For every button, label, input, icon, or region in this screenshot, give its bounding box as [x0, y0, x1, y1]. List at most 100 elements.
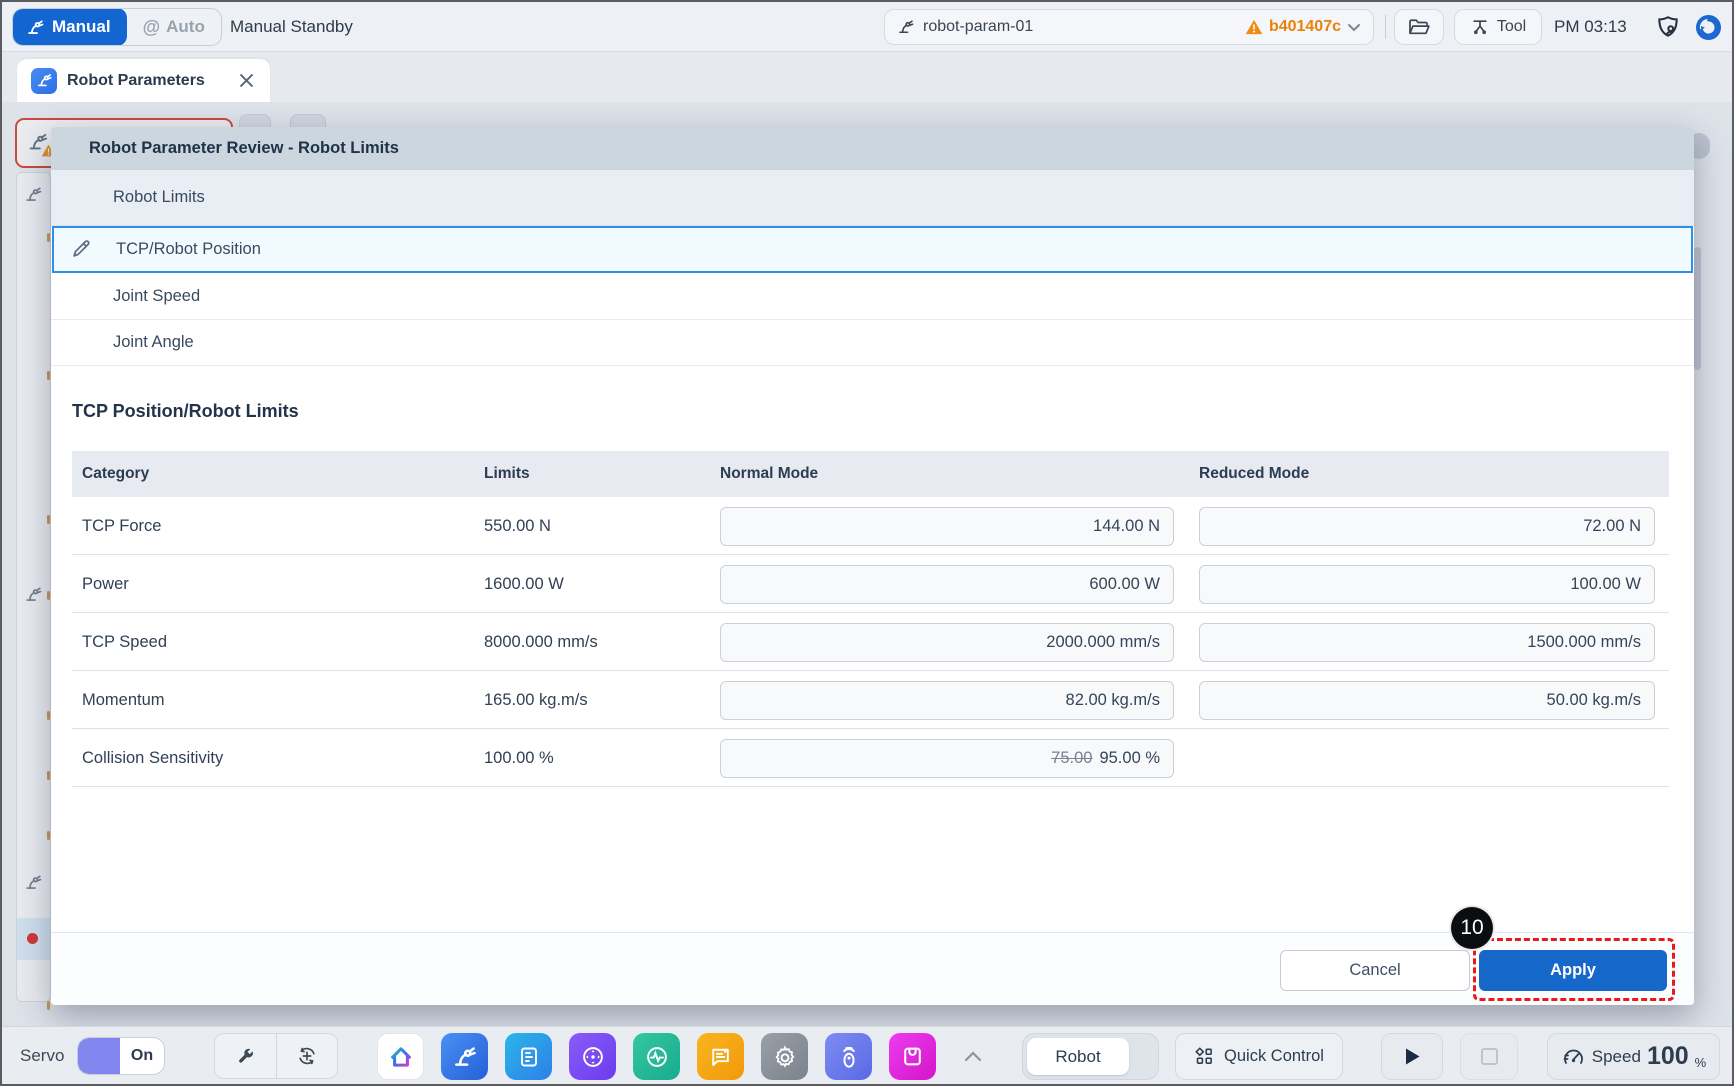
dialog-title: Robot Parameter Review - Robot Limits — [89, 139, 399, 158]
section-title: TCP Position/Robot Limits — [72, 401, 299, 422]
chevron-down-icon — [1347, 23, 1361, 32]
nav-item-tcp-robot-position[interactable]: TCP/Robot Position — [52, 226, 1693, 273]
setup-button[interactable] — [215, 1034, 276, 1078]
col-limits: Limits — [484, 451, 530, 497]
row-category: TCP Force — [82, 497, 161, 555]
table-header-row: Category Limits Normal Mode Reduced Mode — [72, 451, 1669, 497]
speed-control[interactable]: Speed 100 % — [1547, 1033, 1720, 1080]
previous-value: 75.00 — [1051, 749, 1092, 768]
normal-mode-input[interactable]: 144.00 N — [720, 507, 1174, 546]
app-log-button[interactable] — [697, 1033, 744, 1080]
app-jog-button[interactable] — [569, 1033, 616, 1080]
nav-item-joint-speed[interactable]: Joint Speed — [51, 274, 1694, 320]
alert-code: b401407c — [1269, 18, 1341, 36]
alert-code-dropdown[interactable]: b401407c — [1245, 18, 1361, 36]
servo-state-label: On — [120, 1038, 164, 1074]
reduced-mode-input[interactable]: 72.00 N — [1199, 507, 1655, 546]
remote-control-icon — [836, 1044, 862, 1070]
reduced-mode-input[interactable]: 50.00 kg.m/s — [1199, 681, 1655, 720]
open-file-button[interactable] — [1394, 9, 1444, 45]
row-limit: 100.00 % — [484, 729, 554, 787]
recovery-button[interactable] — [1694, 13, 1722, 41]
auto-mode-button[interactable]: @ Auto — [127, 8, 221, 46]
quick-control-label: Quick Control — [1224, 1047, 1324, 1066]
robot-parameters-tab-icon — [31, 68, 57, 94]
pencil-edit-icon — [70, 238, 92, 260]
nav-item-label: Robot Limits — [113, 188, 205, 207]
new-value: 95.00 % — [1099, 749, 1160, 768]
manual-mode-button[interactable]: Manual — [13, 8, 127, 46]
speed-gauge-icon — [1561, 1046, 1586, 1068]
reduced-mode-input[interactable]: 1500.000 mm/s — [1199, 623, 1655, 662]
speed-value: 100 — [1647, 1042, 1689, 1071]
tab-close-icon[interactable] — [236, 71, 256, 91]
chat-log-icon — [708, 1044, 733, 1069]
clock: PM 03:13 — [1554, 2, 1627, 52]
nav-item-label: Joint Speed — [113, 287, 200, 306]
col-normal-mode: Normal Mode — [720, 451, 818, 497]
app-robot-button[interactable] — [441, 1033, 488, 1080]
normal-mode-input[interactable]: 600.00 W — [720, 565, 1174, 604]
recovery-spin-icon — [1695, 14, 1722, 41]
cancel-button[interactable]: Cancel — [1280, 950, 1470, 991]
col-category: Category — [82, 451, 149, 497]
wrench-icon — [235, 1046, 256, 1067]
move-update-button[interactable] — [276, 1034, 338, 1078]
nav-item-label: Joint Angle — [113, 333, 194, 352]
program-selector[interactable]: robot-param-01 b401407c — [884, 9, 1374, 45]
normal-mode-input[interactable]: 82.00 kg.m/s — [720, 681, 1174, 720]
dock-expand-button[interactable] — [958, 1041, 988, 1071]
stop-button[interactable] — [1460, 1033, 1518, 1080]
play-button[interactable] — [1381, 1033, 1443, 1080]
row-category: TCP Speed — [82, 613, 167, 671]
tool-button[interactable]: Tool — [1454, 9, 1542, 45]
dpad-icon — [580, 1044, 606, 1070]
normal-mode-input[interactable]: 75.00 95.00 % — [720, 739, 1174, 778]
tab-bar: Robot Parameters — [2, 52, 1732, 102]
app-settings-button[interactable] — [761, 1033, 808, 1080]
move-refresh-icon — [296, 1045, 318, 1067]
safety-button[interactable] — [1652, 12, 1684, 42]
row-limit: 165.00 kg.m/s — [484, 671, 588, 729]
home-icon — [387, 1043, 415, 1071]
manual-mode-label: Manual — [52, 17, 111, 37]
servo-toggle[interactable]: On — [77, 1037, 165, 1075]
app-monitoring-button[interactable] — [633, 1033, 680, 1080]
robot-arm-icon — [26, 18, 45, 37]
table-row: Momentum 165.00 kg.m/s 82.00 kg.m/s 50.0… — [72, 671, 1669, 729]
robot-arm-icon — [452, 1044, 478, 1070]
shield-user-icon — [1655, 14, 1681, 40]
nav-item-label: TCP/Robot Position — [116, 240, 261, 259]
row-category: Collision Sensitivity — [82, 729, 223, 787]
app-window: Manual @ Auto Manual Standby robot-param… — [0, 0, 1734, 1086]
bottom-dock: Servo On — [2, 1026, 1732, 1084]
reduced-mode-input[interactable]: 100.00 W — [1199, 565, 1655, 604]
robot-tool-toggle[interactable]: Robot — [1022, 1033, 1159, 1080]
annotation-step-badge: 10 — [1451, 907, 1493, 949]
robot-parameter-review-dialog: Robot Parameter Review - Robot Limits Ro… — [51, 127, 1694, 1005]
row-limit: 550.00 N — [484, 497, 551, 555]
topbar-divider — [1385, 15, 1386, 39]
table-row: TCP Speed 8000.000 mm/s 2000.000 mm/s 15… — [72, 613, 1669, 671]
robot-toggle-label: Robot — [1027, 1038, 1129, 1075]
table-row: Power 1600.00 W 600.00 W 100.00 W — [72, 555, 1669, 613]
app-task-editor-button[interactable] — [505, 1033, 552, 1080]
gear-icon — [772, 1044, 798, 1070]
nav-item-joint-angle[interactable]: Joint Angle — [51, 320, 1694, 366]
app-home-button[interactable] — [377, 1033, 424, 1080]
tool-label: Tool — [1497, 18, 1526, 36]
tab-robot-parameters[interactable]: Robot Parameters — [17, 59, 270, 102]
shopping-bag-icon — [900, 1044, 925, 1069]
col-reduced-mode: Reduced Mode — [1199, 451, 1309, 497]
normal-mode-input[interactable]: 2000.000 mm/s — [720, 623, 1174, 662]
quick-control-button[interactable]: Quick Control — [1175, 1033, 1343, 1080]
tab-title: Robot Parameters — [67, 72, 205, 90]
nav-item-robot-limits[interactable]: Robot Limits — [51, 170, 1694, 226]
jog-tools-group — [214, 1033, 338, 1079]
play-icon — [1404, 1047, 1421, 1066]
quick-control-icon — [1194, 1046, 1215, 1067]
row-category: Power — [82, 555, 129, 613]
app-store-button[interactable] — [889, 1033, 936, 1080]
limits-table: Category Limits Normal Mode Reduced Mode… — [72, 451, 1669, 787]
app-remote-button[interactable] — [825, 1033, 872, 1080]
